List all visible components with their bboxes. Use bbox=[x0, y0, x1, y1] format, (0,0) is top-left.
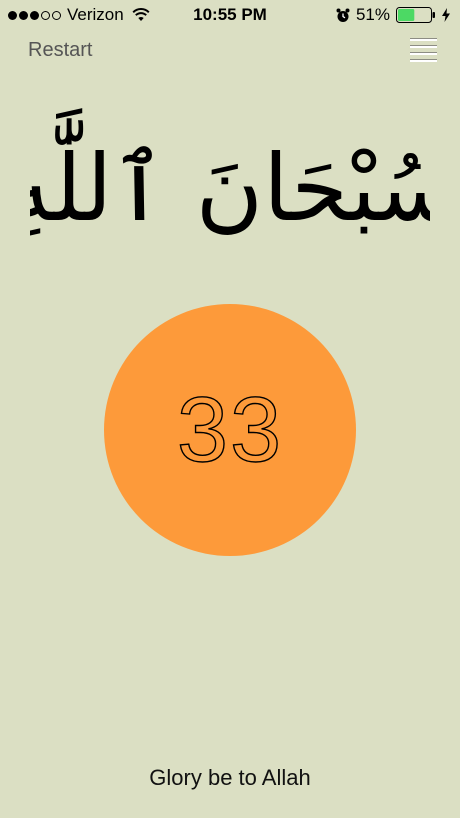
restart-button[interactable]: Restart bbox=[28, 39, 92, 62]
arabic-phrase-text: سُبْحَانَ ٱللَّٰهِ bbox=[30, 107, 430, 242]
counter-button[interactable]: 33 bbox=[104, 304, 356, 556]
battery-percent: 51% bbox=[355, 5, 390, 24]
battery-icon bbox=[396, 7, 435, 23]
charging-bolt-icon bbox=[442, 8, 450, 22]
status-bar-right: 51% bbox=[336, 5, 450, 25]
alarm-icon bbox=[336, 8, 350, 22]
status-bar: Verizon 10:55 PM 51% bbox=[0, 0, 460, 32]
hamburger-menu-icon[interactable] bbox=[410, 38, 437, 64]
phrase-translation: Glory be to Allah bbox=[149, 765, 311, 790]
counter-value: 33 bbox=[176, 379, 284, 481]
arabic-phrase: سُبْحَانَ ٱللَّٰهِ bbox=[30, 107, 430, 242]
